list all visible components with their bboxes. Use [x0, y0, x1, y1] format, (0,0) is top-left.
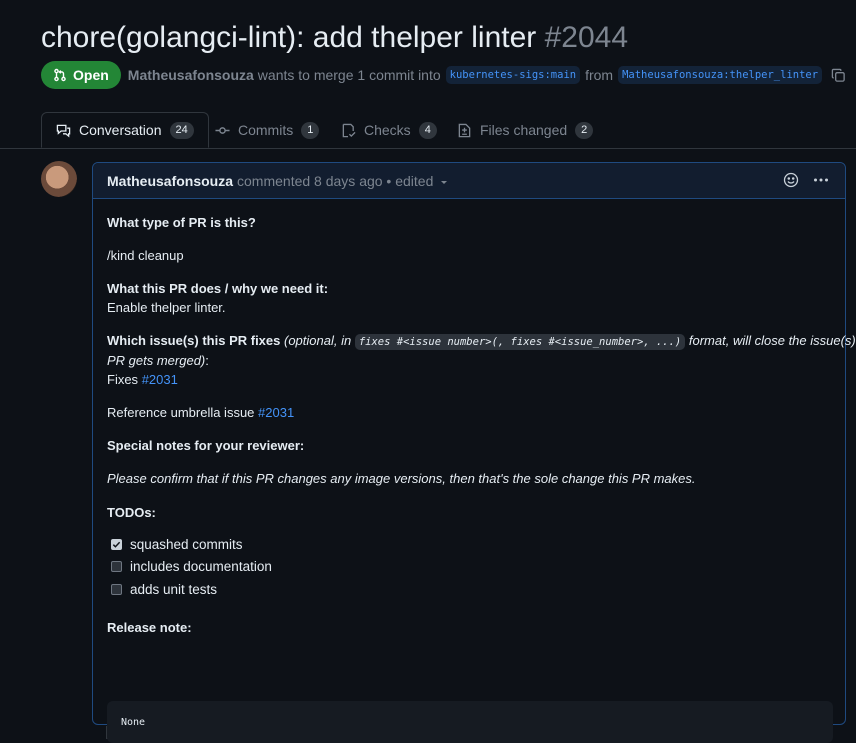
- comment-author-link[interactable]: Matheusafonsouza: [107, 173, 233, 189]
- question-issues-cont: PR gets merged):: [107, 351, 209, 370]
- chevron-down-icon[interactable]: [439, 177, 449, 187]
- question-notes: Special notes for your reviewer:: [107, 438, 305, 453]
- tab-checks[interactable]: Checks 4: [341, 112, 437, 148]
- kind-text: /kind cleanup: [107, 248, 184, 263]
- task-label: adds unit tests: [130, 582, 218, 597]
- merge-text: wants to merge 1 commit into: [257, 67, 441, 83]
- tab-commits-count: 1: [301, 121, 320, 139]
- pr-title-text: chore(golangci-lint): add thelper linter: [41, 21, 537, 54]
- reference-line: Reference umbrella issue #2031: [107, 403, 294, 422]
- tab-checks-count: 4: [418, 121, 437, 139]
- tab-conversation-count: 24: [169, 121, 194, 139]
- pr-author-link[interactable]: Matheusafonsouza: [128, 67, 254, 83]
- copy-icon[interactable]: [831, 68, 846, 83]
- file-diff-icon: [458, 123, 471, 137]
- tab-conversation-label: Conversation: [79, 122, 162, 138]
- question-issues-label: Which issue(s) this PR fixes: [107, 333, 281, 348]
- checkbox-unchecked[interactable]: [111, 561, 122, 572]
- fixes-label: Fixes: [107, 372, 139, 387]
- notes-text: Please confirm that if this PR changes a…: [107, 471, 696, 486]
- tab-files-changed[interactable]: Files changed 2: [457, 112, 594, 148]
- task-item: includes documentation: [111, 559, 272, 574]
- head-branch[interactable]: Matheusafonsouza:thelper_linter: [618, 66, 823, 84]
- status-label: Open: [73, 67, 109, 83]
- question-pr-type: What type of PR is this?: [107, 215, 256, 230]
- kebab-horizontal-icon[interactable]: [813, 172, 829, 188]
- todos-heading: TODOs:: [107, 505, 156, 520]
- status-badge: Open: [41, 61, 121, 89]
- question-issues-colon: :: [205, 353, 209, 368]
- comment-header: Matheusafonsouza commented 8 days ago • …: [93, 163, 845, 199]
- tab-conversation[interactable]: Conversation 24: [41, 112, 209, 148]
- release-note-heading: Release note:: [107, 620, 192, 635]
- base-branch[interactable]: kubernetes-sigs:main: [445, 66, 581, 84]
- question-issues-opt-a: (optional, in: [284, 333, 352, 348]
- reference-label: Reference umbrella issue: [107, 405, 255, 420]
- tab-files-changed-count: 2: [575, 121, 594, 139]
- fixes-line: Fixes #2031: [107, 370, 178, 389]
- task-item: adds unit tests: [111, 582, 217, 597]
- release-note-text: None: [121, 716, 146, 728]
- question-issues-opt-c: PR gets merged): [107, 353, 206, 368]
- checkbox-checked[interactable]: [111, 539, 122, 550]
- avatar[interactable]: [41, 161, 77, 197]
- pull-request-icon: [54, 68, 66, 82]
- task-item: squashed commits: [111, 537, 243, 552]
- smiley-icon[interactable]: [783, 172, 799, 188]
- tab-commits[interactable]: Commits 1: [215, 112, 320, 148]
- release-note-block: None: [107, 701, 833, 743]
- pr-meta: Open Matheusafonsouza wants to merge 1 c…: [41, 61, 846, 89]
- fixes-format-code: fixes #<issue number>(, fixes #<issue_nu…: [354, 334, 686, 350]
- comment-meta[interactable]: commented 8 days ago • edited: [237, 173, 433, 189]
- comment-discussion-icon: [56, 124, 71, 138]
- comment-box: Matheusafonsouza commented 8 days ago • …: [92, 162, 856, 743]
- reference-issue-link[interactable]: #2031: [258, 405, 294, 420]
- answer-what: Enable thelper linter.: [107, 300, 226, 315]
- commit-icon: [215, 126, 230, 134]
- from-text: from: [585, 67, 614, 83]
- fixes-issue-link[interactable]: #2031: [142, 372, 178, 387]
- tab-checks-label: Checks: [364, 122, 411, 138]
- question-issues: Which issue(s) this PR fixes (optional, …: [107, 331, 856, 352]
- tab-files-changed-label: Files changed: [480, 122, 568, 138]
- tab-commits-label: Commits: [238, 122, 294, 138]
- checkbox-unchecked[interactable]: [111, 584, 122, 595]
- pr-title: chore(golangci-lint): add thelper linter…: [41, 18, 628, 58]
- pr-number: #2044: [544, 21, 629, 54]
- question-what: What this PR does / why we need it:: [107, 281, 329, 296]
- check-icon: [112, 541, 121, 548]
- task-label: includes documentation: [130, 559, 272, 574]
- pr-tabs: Conversation 24 Commits 1 Checks 4 Files…: [0, 112, 856, 149]
- checklist-icon: [342, 123, 356, 137]
- task-label: squashed commits: [130, 537, 243, 552]
- question-issues-opt-b: format, will close the issue(s) when: [688, 333, 856, 348]
